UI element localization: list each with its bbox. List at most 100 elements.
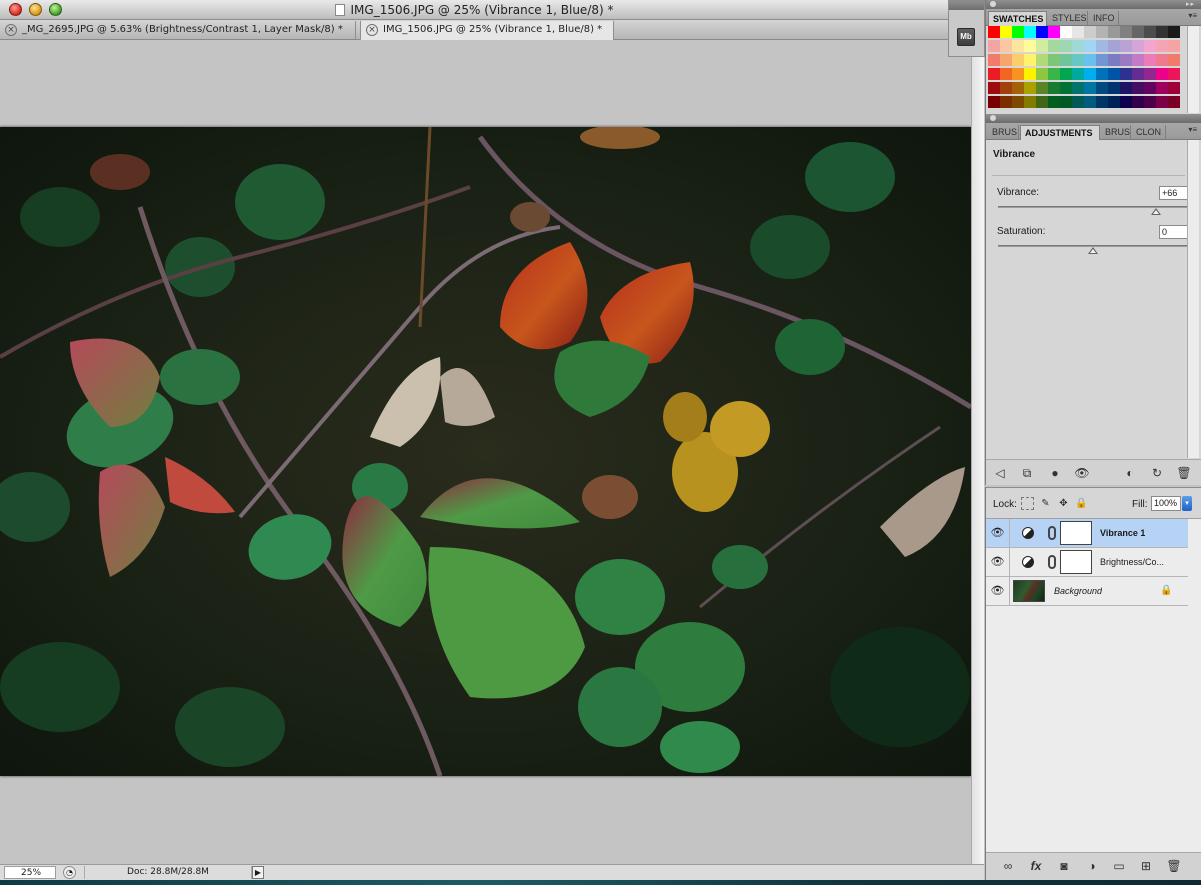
color-swatch[interactable] (1156, 68, 1168, 80)
expand-view-icon[interactable]: ⧉ (1019, 466, 1035, 480)
color-swatch[interactable] (1084, 54, 1096, 66)
color-swatch[interactable] (1168, 82, 1180, 94)
color-swatch[interactable] (1156, 40, 1168, 52)
fill-value-field[interactable]: 100% (1151, 496, 1181, 511)
layer-visibility-icon[interactable]: 👁 (986, 519, 1010, 547)
panel-menu-icon[interactable]: ▾≡ (1188, 125, 1197, 134)
color-swatch[interactable] (1036, 96, 1048, 108)
color-swatch[interactable] (1156, 96, 1168, 108)
color-swatch[interactable] (1156, 26, 1168, 38)
delete-layer-icon[interactable]: 🗑 (1166, 859, 1182, 873)
vibrance-value-field[interactable]: +66 (1159, 186, 1189, 200)
color-swatch[interactable] (1120, 96, 1132, 108)
panel-grip[interactable]: ▸▸ (986, 0, 1201, 9)
color-swatch[interactable] (1132, 40, 1144, 52)
fx-icon[interactable]: fx (1028, 859, 1044, 873)
color-swatch[interactable] (1120, 40, 1132, 52)
layer-name[interactable]: Brightness/Co... (1100, 557, 1164, 567)
color-swatch[interactable] (1144, 26, 1156, 38)
panel-menu-icon[interactable]: ▾≡ (1188, 11, 1197, 20)
panel-close-icon[interactable] (990, 115, 996, 121)
color-swatch[interactable] (1048, 54, 1060, 66)
color-swatch[interactable] (988, 68, 1000, 80)
color-swatch[interactable] (1084, 26, 1096, 38)
document-image[interactable] (0, 127, 971, 776)
layer-row-background[interactable]: 👁 Background 🔒 (986, 577, 1188, 606)
new-group-icon[interactable]: ▭ (1111, 859, 1127, 873)
saturation-slider-thumb[interactable] (1088, 247, 1098, 254)
add-mask-icon[interactable]: ◙ (1056, 859, 1072, 873)
color-swatch[interactable] (1108, 54, 1120, 66)
fill-dropdown-icon[interactable]: ▾ (1182, 496, 1192, 511)
color-swatch[interactable] (1012, 26, 1024, 38)
color-swatch[interactable] (1108, 26, 1120, 38)
color-swatch[interactable] (1024, 68, 1036, 80)
color-swatch[interactable] (1000, 82, 1012, 94)
tab-styles[interactable]: STYLES (1048, 11, 1088, 26)
color-swatch[interactable] (1084, 68, 1096, 80)
color-swatch[interactable] (1036, 40, 1048, 52)
color-swatch[interactable] (1168, 68, 1180, 80)
close-tab-icon[interactable]: × (5, 24, 17, 36)
color-swatch[interactable] (1120, 82, 1132, 94)
color-swatch[interactable] (988, 96, 1000, 108)
color-swatch[interactable] (1048, 68, 1060, 80)
color-swatch[interactable] (1072, 26, 1084, 38)
color-swatch[interactable] (1036, 82, 1048, 94)
tab-clone-source[interactable]: CLON (1132, 125, 1166, 140)
tab-info[interactable]: INFO (1089, 11, 1119, 26)
visibility-icon[interactable]: 👁 (1074, 466, 1090, 480)
status-info-icon[interactable]: ◔ (63, 866, 76, 879)
collapse-panel-icon[interactable]: ▸▸ (1186, 0, 1195, 8)
color-swatch[interactable] (1036, 68, 1048, 80)
color-swatch[interactable] (1072, 40, 1084, 52)
color-swatch[interactable] (1048, 40, 1060, 52)
color-swatch[interactable] (1048, 26, 1060, 38)
color-swatch[interactable] (1168, 96, 1180, 108)
color-swatch[interactable] (1072, 96, 1084, 108)
new-layer-icon[interactable]: ⊞ (1138, 859, 1154, 873)
color-swatch[interactable] (1120, 26, 1132, 38)
color-swatch[interactable] (1024, 82, 1036, 94)
color-swatch[interactable] (1060, 54, 1072, 66)
layer-row-brightness-contrast[interactable]: 👁 Brightness/Co... (986, 548, 1188, 577)
color-swatch[interactable] (1000, 26, 1012, 38)
lock-pixels-icon[interactable]: ✎ (1039, 497, 1052, 510)
color-swatch[interactable] (1096, 26, 1108, 38)
color-swatch[interactable] (1072, 54, 1084, 66)
color-swatch[interactable] (988, 54, 1000, 66)
panel-close-icon[interactable] (990, 1, 996, 7)
color-swatch[interactable] (1072, 68, 1084, 80)
color-swatch[interactable] (1000, 96, 1012, 108)
color-swatch[interactable] (1012, 82, 1024, 94)
layer-mask-thumbnail[interactable] (1060, 521, 1092, 545)
color-swatch[interactable] (1096, 54, 1108, 66)
color-swatch[interactable] (1144, 82, 1156, 94)
color-swatch[interactable] (1156, 54, 1168, 66)
color-swatch[interactable] (1132, 26, 1144, 38)
color-swatch[interactable] (1096, 82, 1108, 94)
color-swatch[interactable] (1012, 68, 1024, 80)
close-tab-icon[interactable]: × (366, 24, 378, 36)
color-swatch[interactable] (1108, 82, 1120, 94)
color-swatch[interactable] (1144, 54, 1156, 66)
new-adjustment-icon[interactable]: ◑ (1084, 859, 1100, 873)
color-swatch[interactable] (1072, 82, 1084, 94)
status-menu-arrow-icon[interactable]: ▶ (252, 866, 264, 879)
trash-icon[interactable]: 🗑 (1176, 466, 1192, 480)
color-swatch[interactable] (988, 40, 1000, 52)
color-swatch[interactable] (1048, 82, 1060, 94)
color-swatch[interactable] (1000, 68, 1012, 80)
mask-link-icon[interactable] (1048, 555, 1056, 569)
color-swatch[interactable] (1108, 96, 1120, 108)
layer-row-vibrance[interactable]: 👁 Vibrance 1 (986, 519, 1188, 548)
color-swatch[interactable] (1024, 40, 1036, 52)
vibrance-slider-thumb[interactable] (1150, 208, 1161, 215)
color-swatch[interactable] (1060, 68, 1072, 80)
layer-visibility-icon[interactable]: 👁 (986, 577, 1010, 605)
tab-brushes[interactable]: BRUS (988, 125, 1019, 140)
color-swatch[interactable] (1000, 40, 1012, 52)
color-swatch[interactable] (1144, 68, 1156, 80)
color-swatch[interactable] (1108, 40, 1120, 52)
mini-dock-grip[interactable] (949, 1, 984, 10)
